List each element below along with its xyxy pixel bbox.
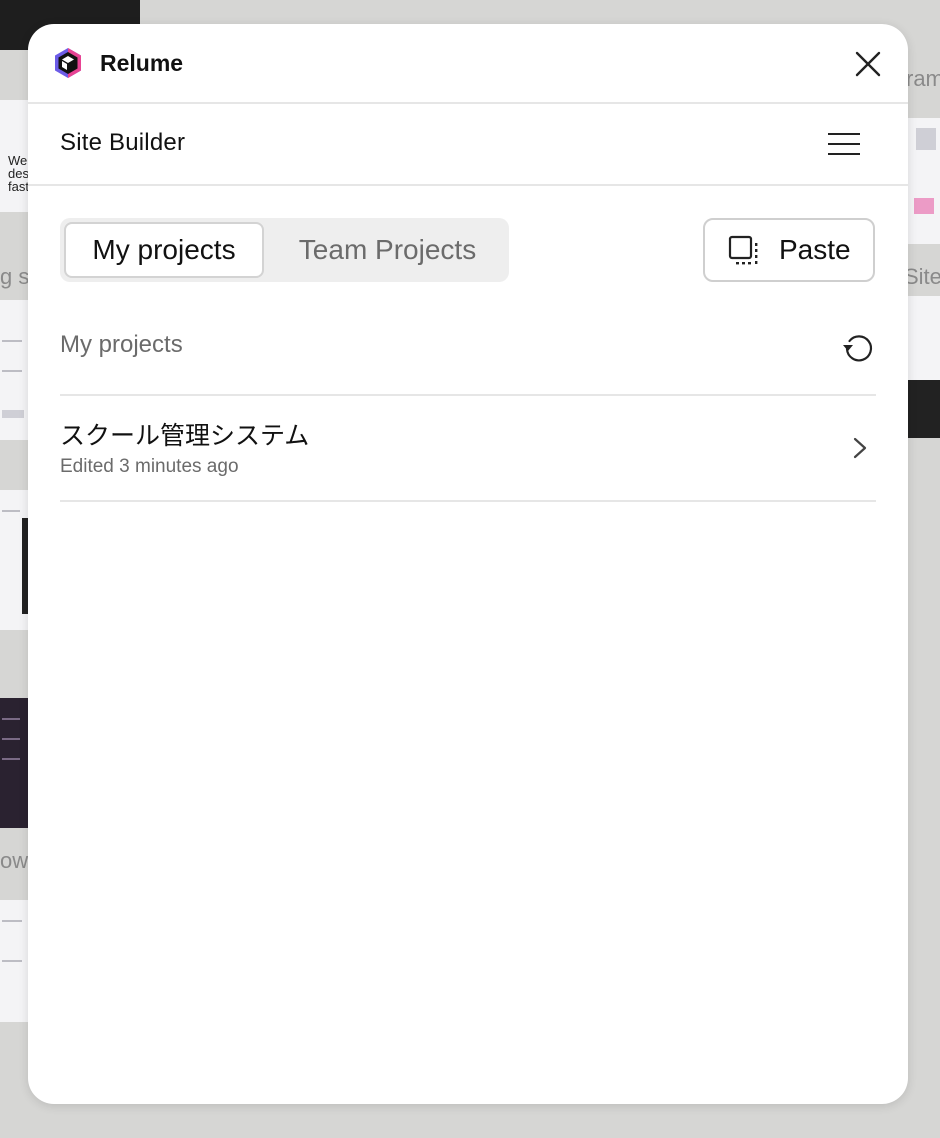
chevron-right-icon xyxy=(853,437,867,459)
divider xyxy=(60,500,876,502)
canvas-frame xyxy=(0,698,28,828)
panel-titlebar: Relume xyxy=(28,24,908,104)
canvas-frame-label: ow xyxy=(0,848,29,873)
project-edited-time: Edited 3 minutes ago xyxy=(60,456,239,477)
plugin-panel: Relume Site Builder My projects Team Pro… xyxy=(28,24,908,1104)
tab-team-projects[interactable]: Team Projects xyxy=(280,222,495,278)
canvas-preview-text: fast xyxy=(8,179,28,194)
section-title: Site Builder xyxy=(60,129,186,156)
list-heading: My projects xyxy=(60,331,183,358)
paste-icon xyxy=(728,235,758,265)
canvas-frame xyxy=(0,300,28,440)
canvas-frame-label: Site xyxy=(904,264,940,289)
project-name: スクール管理システム xyxy=(60,421,310,450)
section-header: Site Builder xyxy=(28,104,908,186)
canvas-frame-label: g s xyxy=(0,264,30,289)
canvas-frame-preview: Webs desi fast xyxy=(0,100,28,212)
canvas-frame xyxy=(908,118,940,244)
relume-logo-icon xyxy=(55,48,81,78)
close-icon[interactable] xyxy=(854,50,882,78)
canvas-frame-label: ram xyxy=(906,66,940,91)
tab-my-projects[interactable]: My projects xyxy=(64,222,264,278)
paste-button[interactable]: Paste xyxy=(703,218,875,282)
app-title: Relume xyxy=(100,50,184,76)
project-tabs: My projects Team Projects xyxy=(60,218,509,282)
paste-label: Paste xyxy=(779,234,851,265)
canvas-frame xyxy=(0,490,28,630)
project-list-item[interactable]: スクール管理システム Edited 3 minutes ago xyxy=(60,396,876,500)
hamburger-menu-icon[interactable] xyxy=(828,132,860,156)
canvas-frame xyxy=(0,900,28,1022)
refresh-icon[interactable] xyxy=(842,330,876,364)
canvas-frame xyxy=(908,296,940,438)
